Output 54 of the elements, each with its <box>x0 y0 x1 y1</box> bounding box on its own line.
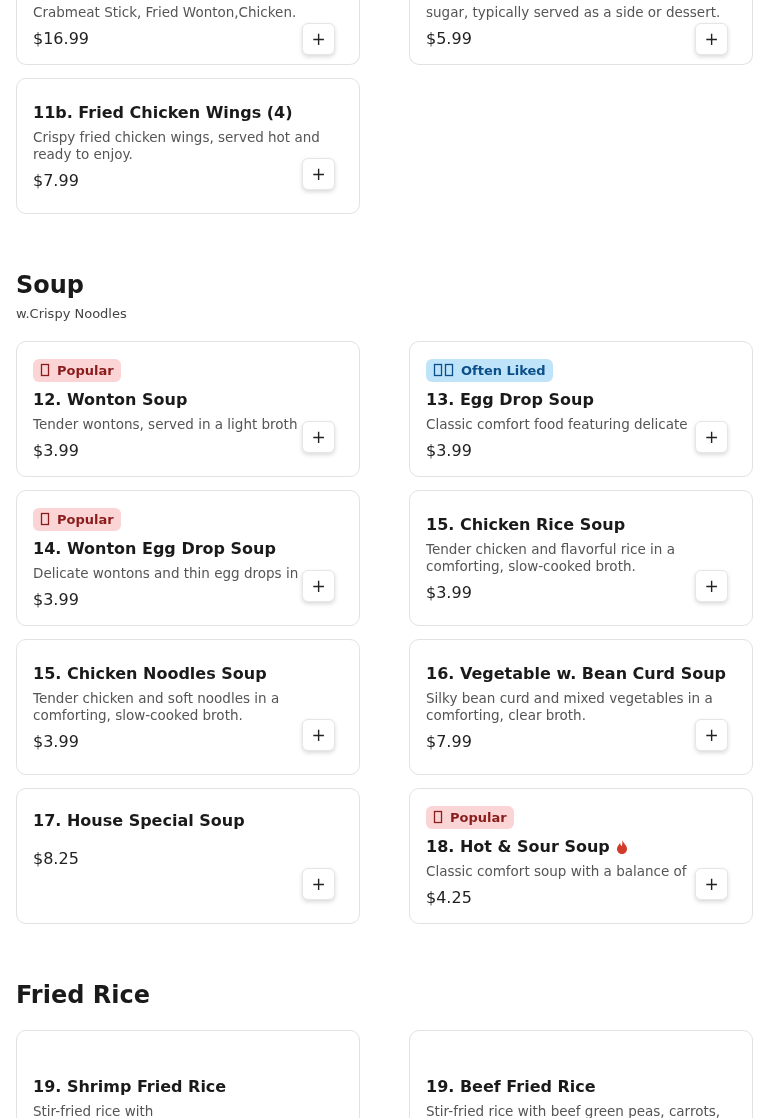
item-price: $5.99 <box>426 29 472 48</box>
item-title: 15. Chicken Rice Soup <box>426 514 626 535</box>
section-title: Fried Rice <box>16 980 151 1010</box>
missing-glyph-icon <box>40 512 51 526</box>
badge-label: Popular <box>57 511 114 527</box>
item-description: Stir-fried rice with beef green peas, carrots, <box>426 1102 722 1118</box>
item-price: $3.99 <box>426 440 472 460</box>
add-button[interactable]: + <box>302 570 335 602</box>
item-title: 17. House Special Soup <box>33 811 245 831</box>
item-price: $7.99 <box>426 731 472 751</box>
item-description: Tender wontons, served in a light broth <box>33 415 299 433</box>
item-description: Delicate wontons and thin egg drops in <box>33 564 300 582</box>
item-title: 15. Chicken Noodles Soup <box>33 663 267 684</box>
add-button[interactable]: + <box>302 719 335 751</box>
add-button[interactable]: + <box>695 719 728 751</box>
item-description: Stir-fried rice with <box>33 1102 155 1118</box>
missing-glyph-icon <box>40 363 51 377</box>
add-button[interactable]: + <box>302 23 335 55</box>
item-price: $3.99 <box>33 440 79 460</box>
item-description: Classic comfort soup with a balance of <box>426 862 688 880</box>
item-description: Tender chicken and flavorful rice in a comforting, slow-cooked broth. <box>426 540 676 575</box>
item-price: $3.99 <box>33 589 79 609</box>
add-button[interactable]: + <box>695 23 728 55</box>
missing-glyph-icon <box>433 363 455 377</box>
item-title: 16. Vegetable w. Bean Curd Soup <box>426 663 726 684</box>
add-button[interactable]: + <box>695 868 728 900</box>
item-price: $3.99 <box>33 731 79 751</box>
item-title: 18. Hot & Sour Soup <box>426 836 610 857</box>
item-title: 19. Shrimp Fried Rice <box>33 1076 227 1097</box>
item-title: 19. Beef Fried Rice <box>426 1076 596 1097</box>
add-button[interactable]: + <box>695 421 728 453</box>
item-description: sugar, typically served as a side or dessert. <box>426 4 722 21</box>
item-price: $4.25 <box>426 887 472 907</box>
item-description: Crabmeat Stick, Fried Wonton,Chicken. <box>33 4 298 21</box>
badge-label: Often Liked <box>461 362 546 378</box>
item-price: $8.25 <box>33 849 79 868</box>
add-button[interactable]: + <box>302 421 335 453</box>
item-title: 12. Wonton Soup <box>33 389 188 410</box>
badge-label: Popular <box>57 362 114 378</box>
item-price: $16.99 <box>33 29 89 48</box>
item-title: 11b. Fried Chicken Wings (4) <box>33 102 293 123</box>
section-subtitle: w.Crispy Noodles <box>16 306 128 321</box>
add-button[interactable]: + <box>302 158 335 190</box>
item-title: 13. Egg Drop Soup <box>426 389 594 410</box>
item-description: Tender chicken and soft noodles in a comforting, slow-cooked broth. <box>33 689 281 724</box>
missing-glyph-icon <box>433 810 444 824</box>
section-title: Soup <box>16 270 86 300</box>
item-title: 14. Wonton Egg Drop Soup <box>33 538 276 559</box>
badge-label: Popular <box>450 809 507 825</box>
add-button[interactable]: + <box>695 570 728 602</box>
item-price: $3.99 <box>426 582 472 602</box>
add-button[interactable]: + <box>302 868 335 900</box>
item-description: Classic comfort food featuring delicate <box>426 415 689 433</box>
item-price: $7.99 <box>33 170 79 190</box>
